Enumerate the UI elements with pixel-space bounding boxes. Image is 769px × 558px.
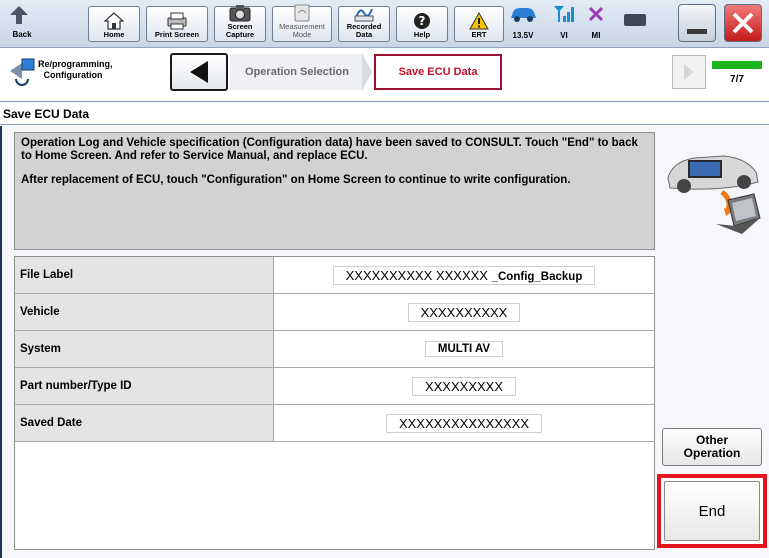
end-button-highlight: End	[657, 474, 767, 548]
file-label-suffix: _Config_Backup	[491, 270, 583, 283]
system-key: System	[15, 331, 274, 367]
part-number-value-cell: XXXXXXXXX	[274, 368, 654, 404]
meter-icon	[290, 4, 314, 22]
signal-icon	[552, 4, 576, 29]
car-icon	[508, 4, 538, 29]
measurement-mode-label: Measurement Mode	[279, 22, 325, 39]
navigation-bar: Re/programming, Configuration Operation …	[0, 48, 769, 102]
part-number-key: Part number/Type ID	[15, 368, 274, 404]
help-label: Help	[413, 30, 431, 39]
system-value-cell: MULTI AV	[274, 331, 654, 367]
table-row: Saved Date XXXXXXXXXXXXXXX	[15, 405, 654, 442]
instruction-message: Operation Log and Vehicle specification …	[14, 132, 655, 250]
breadcrumb-label: Re/programming, Configuration	[38, 59, 113, 80]
end-label: End	[698, 502, 726, 520]
vehicle-voltage-indicator: 13.5V	[508, 4, 538, 40]
saved-date-value: XXXXXXXXXXXXXXX	[385, 413, 543, 433]
saved-date-key: Saved Date	[15, 405, 274, 441]
disconnected-icon	[586, 4, 606, 29]
step-operation-selection[interactable]: Operation Selection	[230, 54, 364, 90]
close-icon	[732, 12, 754, 34]
help-button[interactable]: ? Help	[396, 6, 448, 42]
progress-bar	[712, 61, 762, 69]
back-arrow-icon	[8, 4, 36, 28]
help-icon: ?	[410, 12, 434, 30]
vehicle-value-cell: XXXXXXXXXX	[274, 294, 654, 330]
system-value: MULTI AV	[424, 341, 504, 357]
ert-button[interactable]: ERT	[454, 6, 504, 42]
toolbar: Back Home Print Screen Screen Capture Me…	[0, 0, 769, 48]
step-save-ecu-data-label: Save ECU Data	[398, 66, 478, 78]
previous-step-button[interactable]	[170, 53, 228, 91]
close-button[interactable]	[724, 4, 762, 42]
camera-icon	[228, 4, 252, 22]
saved-date-value-cell: XXXXXXXXXXXXXXX	[274, 405, 654, 441]
end-button[interactable]: End	[664, 481, 760, 541]
vi-indicator: VI	[552, 4, 576, 40]
mi-label: MI	[591, 31, 601, 40]
table-row: Part number/Type ID XXXXXXXXX	[15, 368, 654, 405]
other-operation-button[interactable]: Other Operation	[662, 428, 762, 466]
vehicle-value: XXXXXXXXXX	[407, 302, 521, 322]
home-icon	[102, 12, 126, 30]
vehicle-key: Vehicle	[15, 294, 274, 330]
other-operation-label: Other Operation	[683, 433, 741, 460]
progress-counter: 7/7	[730, 74, 744, 85]
reprogramming-icon	[8, 57, 36, 87]
warning-icon	[467, 12, 491, 30]
ert-label: ERT	[471, 30, 487, 39]
vehicle-laptop-illustration	[662, 140, 762, 236]
screen-capture-label: Screen Capture	[225, 22, 255, 39]
right-triangle-icon	[684, 64, 694, 80]
message-line: After replacement of ECU, touch "Configu…	[21, 174, 571, 186]
print-screen-button[interactable]: Print Screen	[146, 6, 208, 42]
recorded-data-button[interactable]: Recorded Data	[338, 6, 390, 42]
page-title: Save ECU Data	[0, 103, 769, 125]
file-label-value-cell: XXXXXXXXXX XXXXXX _Config_Backup	[274, 257, 654, 293]
file-label-value: XXXXXXXXXX XXXXXX _Config_Backup	[332, 265, 596, 285]
home-button[interactable]: Home	[88, 6, 140, 42]
recorded-data-label: Recorded Data	[346, 22, 382, 39]
back-label: Back	[12, 30, 32, 39]
part-number-value: XXXXXXXXX	[411, 376, 517, 396]
table-row: System MULTI AV	[15, 331, 654, 368]
home-label: Home	[103, 30, 125, 39]
print-screen-label: Print Screen	[154, 30, 200, 39]
left-triangle-icon	[190, 61, 208, 83]
battery-icon	[624, 14, 646, 26]
minimize-button[interactable]	[678, 4, 716, 42]
step-operation-selection-label: Operation Selection	[245, 66, 349, 78]
ecu-data-table: File Label XXXXXXXXXX XXXXXX _Config_Bac…	[14, 256, 655, 550]
table-row: Vehicle XXXXXXXXXX	[15, 294, 654, 331]
back-button[interactable]: Back	[8, 4, 36, 39]
vi-label: VI	[560, 31, 568, 40]
message-line: Operation Log and Vehicle specification …	[21, 137, 638, 162]
file-label-text: XXXXXXXXXX XXXXXX	[345, 267, 488, 283]
minimize-icon	[687, 29, 707, 34]
table-row: File Label XXXXXXXXXX XXXXXX _Config_Bac…	[15, 257, 654, 294]
voltage-readout: 13.5V	[512, 31, 534, 40]
step-save-ecu-data[interactable]: Save ECU Data	[374, 54, 502, 90]
chevron-separator-icon	[362, 54, 372, 90]
next-step-button[interactable]	[672, 55, 706, 89]
measurement-mode-button[interactable]: Measurement Mode	[272, 4, 332, 42]
screen-capture-button[interactable]: Screen Capture	[214, 4, 266, 42]
file-label-key: File Label	[15, 257, 274, 293]
svg-text:?: ?	[419, 14, 426, 28]
printer-icon	[165, 12, 189, 30]
recorded-data-icon	[352, 4, 376, 22]
mi-indicator: MI	[586, 4, 606, 40]
